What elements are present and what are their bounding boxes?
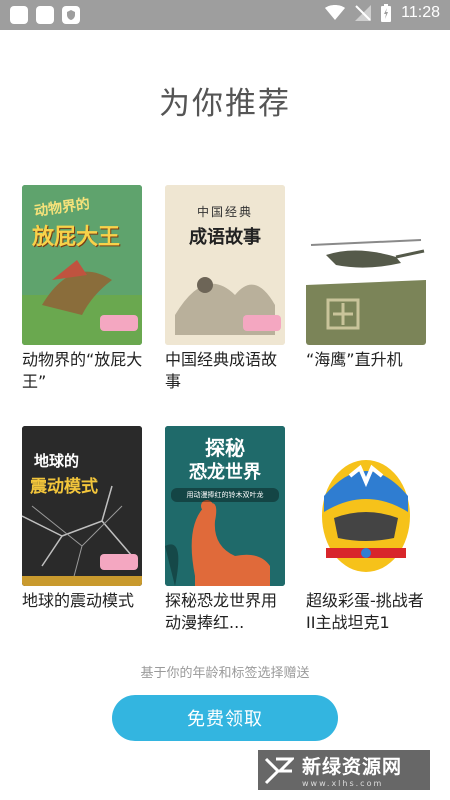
shield-icon: [62, 6, 80, 24]
book-card-6[interactable]: 超级彩蛋-挑战者II主战坦克1: [306, 426, 428, 634]
signal-icon: [355, 5, 372, 21]
book-card-2[interactable]: 中国经典 成语故事 中国经典成语故事: [165, 185, 287, 393]
cover-subtitle-1: 放屁大王: [32, 225, 121, 250]
page-title: 为你推荐: [159, 86, 291, 122]
status-bar: 11:28: [0, 0, 450, 30]
recommendation-grid: 动物界的 放屁大王 动物界的“放屁大王” 中国经典 成语故事 中国经典成语故事: [22, 185, 442, 645]
book-card-5[interactable]: 探秘 恐龙世界 用动漫捧红的铃木双叶龙 探秘恐龙世界用动漫捧红...: [165, 426, 287, 634]
free-claim-button[interactable]: 免费领取: [112, 695, 338, 741]
book-label-1[interactable]: 动物界的“放屁大王”: [22, 349, 144, 393]
cover-subtitle-5: 恐龙世界: [189, 462, 261, 483]
book-cover-2[interactable]: 中国经典 成语故事: [165, 185, 285, 345]
book-label-2[interactable]: 中国经典成语故事: [165, 349, 287, 393]
book-card-3[interactable]: “海鹰”直升机: [306, 185, 428, 371]
book-cover-5[interactable]: 探秘 恐龙世界 用动漫捧红的铃木双叶龙: [165, 426, 285, 586]
notification-icon-2: [36, 6, 54, 24]
notification-icon: [10, 6, 28, 24]
book-label-4[interactable]: 地球的震动模式: [22, 590, 144, 612]
watermark-logo-icon: [264, 757, 294, 785]
cover-subtitle-2: 成语故事: [189, 227, 261, 248]
cover-title-4: 地球的: [34, 452, 80, 470]
battery-icon: [381, 4, 392, 22]
book-cover-3[interactable]: [306, 185, 426, 345]
book-label-6[interactable]: 超级彩蛋-挑战者II主战坦克1: [306, 590, 428, 634]
watermark-text-cn: 新绿资源网: [302, 756, 403, 778]
watermark: 新绿资源网 www.xlhs.com: [258, 750, 430, 790]
cover-title-5: 探秘: [205, 436, 245, 460]
book-label-3[interactable]: “海鹰”直升机: [306, 349, 428, 371]
book-card-4[interactable]: 地球的 震动模式 地球的震动模式: [22, 426, 144, 612]
book-cover-1[interactable]: 动物界的 放屁大王: [22, 185, 142, 345]
book-card-1[interactable]: 动物界的 放屁大王 动物界的“放屁大王”: [22, 185, 144, 393]
cover-title-2: 中国经典: [196, 205, 253, 219]
book-label-5[interactable]: 探秘恐龙世界用动漫捧红...: [165, 590, 287, 634]
watermark-text-en: www.xlhs.com: [302, 779, 384, 788]
cover-tag-5: 用动漫捧红的铃木双叶龙: [171, 488, 279, 502]
book-cover-4[interactable]: 地球的 震动模式: [22, 426, 142, 586]
hint-text: 基于你的年龄和标签选择赠送: [140, 666, 310, 681]
cover-subtitle-4: 震动模式: [30, 477, 98, 497]
wifi-icon: [325, 5, 346, 20]
status-time: 11:28: [401, 4, 440, 21]
book-cover-6[interactable]: [306, 426, 426, 586]
